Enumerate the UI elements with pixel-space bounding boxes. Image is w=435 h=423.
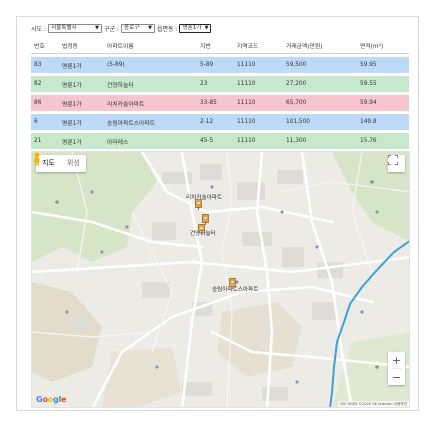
map-canvas[interactable] [32,152,410,408]
cell-dong: 명륜1가 [62,82,82,89]
pegman-icon[interactable] [32,152,42,166]
cell-jibun: 33-85 [200,100,217,106]
cell-apt-name: 아마레스 [107,139,129,146]
cell-apt-name: 건양하늘터 [107,82,134,89]
gugun-select[interactable]: 종로구 ▼ [120,24,155,33]
cell-area: 59.55 [360,81,377,87]
cell-region-code: 11110 [237,100,256,106]
header-region-code: 지역코드 [237,44,259,50]
zoom-control: + − [388,352,405,385]
cell-area: 149.8 [360,119,377,125]
cell-jibun: 45-5 [200,138,214,144]
google-logo-letter: e [61,395,67,404]
cell-no: 6 [34,119,38,125]
table-row[interactable]: 86 명륜1가 리치카슬아파트 33-85 11110 65,700 59.94 [31,95,409,111]
chevron-down-icon: ▼ [204,25,209,31]
header-dong: 법정동 [62,44,78,50]
header-no: 번호 [34,44,45,50]
sido-value: 서울특별시 [50,25,77,31]
cell-apt-name: 숭림아파트스아파트 [107,120,155,127]
fullscreen-button[interactable] [388,155,405,172]
cell-price: 27,200 [286,81,307,87]
dong-label: 읍면동 : [156,26,178,33]
cell-price: 11,300 [286,138,307,144]
map-apt-label: 건양하늘터 [190,231,216,237]
chevron-down-icon: ▼ [95,25,99,31]
map-type-control: 지도 위성 [36,155,86,172]
gugun-value: 종로구 [123,25,140,31]
cell-region-code: 11110 [237,62,256,68]
sido-label: 시도 : [31,26,46,33]
cell-apt-name: 리치카슬아파트 [107,101,145,108]
gugun-label: 구군 : [103,26,119,33]
table-row[interactable]: 82 명륜1가 건양하늘터 23 11110 27,200 59.55 [31,76,409,92]
cell-area: 15.76 [360,138,377,144]
map-view[interactable]: 지도 위성 리치카슬아파트 건양하늘터 숭림아파트스아파트 + − Google… [31,151,410,408]
fullscreen-icon [388,155,398,165]
cell-region-code: 11110 [237,81,256,87]
table-row[interactable]: 21 명륜1가 아마레스 45-5 11110 11,300 15.76 [31,133,409,149]
cell-jibun: 23 [200,81,208,87]
cell-dong: 명륜1가 [62,63,82,70]
sido-select[interactable]: 서울특별시 ▼ [47,24,102,33]
table-row[interactable]: 6 명륜1가 숭림아파트스아파트 2-12 11110 101,500 149.… [31,114,409,130]
content-panel: 시도 : 서울특별시 ▼ 구군 : 종로구 ▼ 읍면동 : 명륜1가 ▼ 번호 … [16,16,419,411]
header-jibun: 지번 [200,44,211,50]
campus-area [32,282,102,382]
cell-no: 83 [34,62,42,68]
cell-area: 59.94 [360,100,377,106]
cell-price: 59,500 [286,62,307,68]
header-price: 거래금액(만원) [286,44,323,50]
table-header: 번호 법정동 아파트이름 지번 지역코드 거래금액(만원) 면적(m²) [31,38,409,54]
campus-area [102,347,182,407]
satellite-tab[interactable]: 위성 [61,155,86,172]
cell-region-code: 11110 [237,119,256,125]
dong-value: 명륜1가 [182,25,202,31]
header-area: 면적(m²) [360,44,384,50]
cell-jibun: 5-89 [200,62,214,68]
google-logo: Google [36,395,66,404]
cell-region-code: 11110 [237,138,256,144]
cell-no: 82 [34,81,42,87]
cell-dong: 명륜1가 [62,120,82,127]
zoom-in-button[interactable]: + [388,352,405,368]
cell-no: 86 [34,100,42,106]
cell-jibun: 2-12 [200,119,214,125]
cell-dong: 명륜1가 [62,139,82,146]
zoom-out-button[interactable]: − [388,369,405,385]
dong-select[interactable]: 명륜1가 ▼ [179,24,212,33]
header-apt-name: 아파트이름 [107,44,134,50]
chevron-down-icon: ▼ [148,25,152,31]
map-apt-label: 숭림아파트스아파트 [212,287,259,293]
cell-dong: 명륜1가 [62,101,82,108]
table-row[interactable]: 83 명륜1가 (5-89) 5-89 11110 59,500 59.95 [31,57,409,73]
cell-price: 101,500 [286,119,310,125]
transaction-table: 번호 법정동 아파트이름 지번 지역코드 거래금액(만원) 면적(m²) 83 … [31,38,409,149]
map-apt-label: 리치카슬아파트 [186,195,223,201]
cell-apt-name: (5-89) [107,62,125,68]
cell-price: 65,700 [286,100,307,106]
filter-bar: 시도 : 서울특별시 ▼ 구군 : 종로구 ▼ 읍면동 : 명륜1가 ▼ [31,23,212,34]
cell-area: 59.95 [360,62,377,68]
cell-no: 21 [34,138,42,144]
map-attribution[interactable]: 지도 데이터 ©2020 SK telecom 이용약관 [337,401,409,407]
